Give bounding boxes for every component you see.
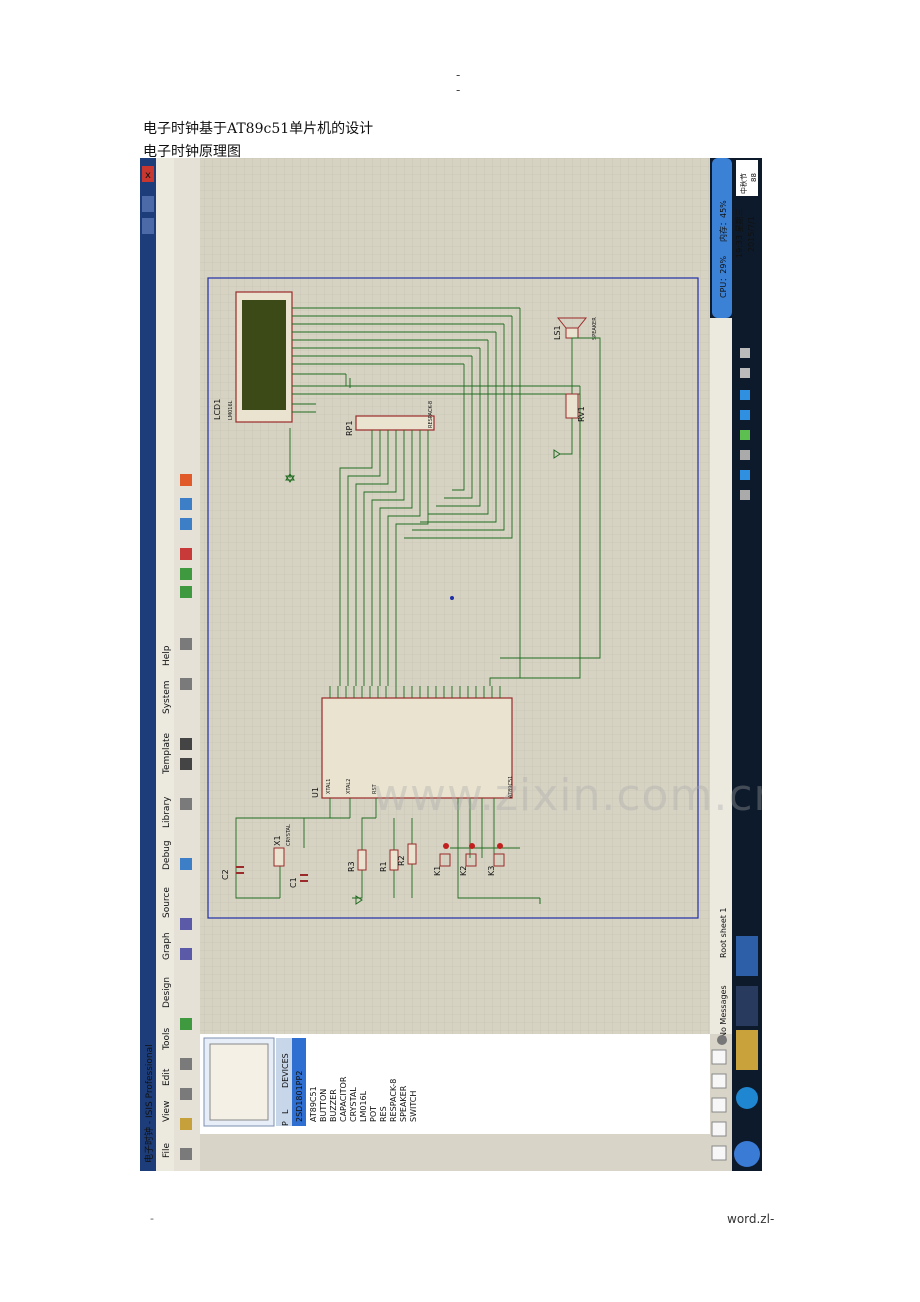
messages-label: No Messages xyxy=(719,985,728,1038)
menu-item-file[interactable]: File xyxy=(162,1142,172,1158)
switch-k1-label: K1 xyxy=(433,866,442,876)
device-item[interactable]: CRYSTAL xyxy=(349,1087,358,1122)
device-item[interactable]: AT89C51 xyxy=(309,1086,318,1122)
speaker-label: LS1 xyxy=(553,325,562,340)
footer-right-mark: word.zl- xyxy=(727,1212,775,1226)
toolbar-icon-3[interactable] xyxy=(180,518,192,530)
toolbar-icon-10[interactable] xyxy=(180,758,192,770)
toolbar-icon-19[interactable] xyxy=(180,1148,192,1160)
toolbar-icon-13[interactable] xyxy=(180,918,192,930)
pot-label: RV1 xyxy=(577,406,586,422)
device-item[interactable]: SPEAKER xyxy=(399,1085,408,1122)
menu-item-source[interactable]: Source xyxy=(162,887,172,918)
speaker-part: SPEAKER xyxy=(592,317,598,340)
header-mark-2: - xyxy=(456,83,461,97)
header-mark-1: - xyxy=(456,68,461,82)
resistor-r1-label: R1 xyxy=(379,861,388,872)
capacitor-c1-label: C1 xyxy=(289,877,298,888)
device-item[interactable]: POT xyxy=(369,1106,378,1122)
toolbar-icon-7[interactable] xyxy=(180,638,192,650)
resistor-r2[interactable] xyxy=(407,843,417,865)
device-item[interactable]: BUTTON xyxy=(319,1089,328,1122)
toolbar-icon-12[interactable] xyxy=(180,858,192,870)
pin-xtal1: XTAL1 xyxy=(326,779,332,794)
tab-p[interactable]: P xyxy=(281,1121,290,1126)
lcd-component[interactable] xyxy=(235,291,293,423)
menu-item-help[interactable]: Help xyxy=(162,645,172,666)
resistor-r3-label: R3 xyxy=(347,861,356,872)
crystal-component[interactable] xyxy=(273,847,285,867)
files-app-icon xyxy=(736,1030,758,1070)
devices-header: DEVICES xyxy=(281,1053,290,1088)
maximize-button[interactable] xyxy=(142,196,154,212)
device-item[interactable]: RESPACK-8 xyxy=(389,1079,398,1122)
isis-screenshot: x 电子时钟 - ISIS Professional File View Edit T… xyxy=(140,158,762,1171)
menu-item-debug[interactable]: Debug xyxy=(162,840,172,870)
menu-item-system[interactable]: System xyxy=(162,680,172,714)
toolbar-icon-5[interactable] xyxy=(180,568,192,580)
footer-left-mark: - xyxy=(150,1212,154,1225)
switch-k2-label: K2 xyxy=(459,866,468,876)
sheet-label[interactable]: Root sheet 1 xyxy=(719,907,728,958)
respack-part: RESPACK-8 xyxy=(428,401,434,428)
word-app-icon xyxy=(736,936,758,976)
capacitor-c2-label: C2 xyxy=(221,869,230,880)
menu-item-graph[interactable]: Graph xyxy=(162,932,172,960)
title-bar[interactable] xyxy=(140,158,156,1171)
device-item[interactable]: LM016L xyxy=(359,1090,368,1122)
device-item[interactable]: RES xyxy=(379,1106,388,1122)
lcd-part: LM016L xyxy=(228,400,234,420)
window-title: 电子时钟 - ISIS Professional xyxy=(143,1044,155,1163)
start-button xyxy=(734,1141,760,1167)
resistor-r2-label: R2 xyxy=(397,855,406,866)
device-item[interactable]: BUZZER xyxy=(329,1089,338,1122)
watermark: www.zixin.com.cn xyxy=(373,770,762,821)
cpu-text: CPU：29% xyxy=(719,256,728,298)
sogou-app-icon xyxy=(736,1087,758,1109)
toolbar-icon-15[interactable] xyxy=(180,1018,192,1030)
respack-component[interactable] xyxy=(355,415,435,431)
crystal-label: X1 xyxy=(273,835,282,846)
resistor-r3[interactable] xyxy=(357,849,367,871)
mem-text: 内存：45% xyxy=(718,200,728,242)
toolbar-icon-2[interactable] xyxy=(180,498,192,510)
crystal-part: CRYSTAL xyxy=(286,824,292,846)
toolbar-icon-16[interactable] xyxy=(180,1058,192,1070)
minimize-button[interactable] xyxy=(142,218,154,234)
toolbar-icon-4[interactable] xyxy=(180,548,192,560)
menu-item-tools[interactable]: Tools xyxy=(162,1028,172,1051)
toolbar-icon-17[interactable] xyxy=(180,1088,192,1100)
svg-text:x: x xyxy=(145,170,151,181)
lcd-label: LCD1 xyxy=(213,399,222,420)
respack-label: RP1 xyxy=(345,421,354,436)
switch-k3-label: K3 xyxy=(487,866,496,876)
menu-item-design[interactable]: Design xyxy=(162,977,172,1008)
toolbar-icon-8[interactable] xyxy=(180,678,192,690)
isis-app-icon xyxy=(736,986,758,1026)
mcu-label: U1 xyxy=(311,787,320,798)
device-item[interactable]: SWITCH xyxy=(409,1091,418,1122)
screenshot-canvas: x 电子时钟 - ISIS Professional File View Edit T… xyxy=(140,158,762,1171)
document-title: 电子时钟基于AT89c51单片机的设计 xyxy=(143,121,374,137)
toolbar-icon-14[interactable] xyxy=(180,948,192,960)
toolbar-icon-18[interactable] xyxy=(180,1118,192,1130)
menu-item-library[interactable]: Library xyxy=(162,796,172,828)
svg-text:2SD1801PP2: 2SD1801PP2 xyxy=(295,1071,304,1122)
toolbar-icon-9[interactable] xyxy=(180,738,192,750)
menu-item-edit[interactable]: Edit xyxy=(162,1068,172,1086)
toolbar-icon-11[interactable] xyxy=(180,798,192,810)
tab-l[interactable]: L xyxy=(281,1109,290,1114)
menu-item-template[interactable]: Template xyxy=(162,732,172,775)
device-item[interactable]: CAPACITOR xyxy=(339,1076,348,1122)
messages-icon xyxy=(717,1035,727,1045)
clock-date[interactable]: 2015/7/1 xyxy=(747,216,756,252)
svg-text:88: 88 xyxy=(750,173,758,182)
svg-text:中秋节: 中秋节 xyxy=(739,173,748,194)
toolbar-icon-6[interactable] xyxy=(180,586,192,598)
toolbar-icon-1[interactable] xyxy=(180,474,192,486)
menu-item-view[interactable]: View xyxy=(162,1101,172,1122)
pin-xtal2: XTAL2 xyxy=(346,779,352,794)
clock-time[interactable]: 19:33 星期三 xyxy=(735,208,744,258)
